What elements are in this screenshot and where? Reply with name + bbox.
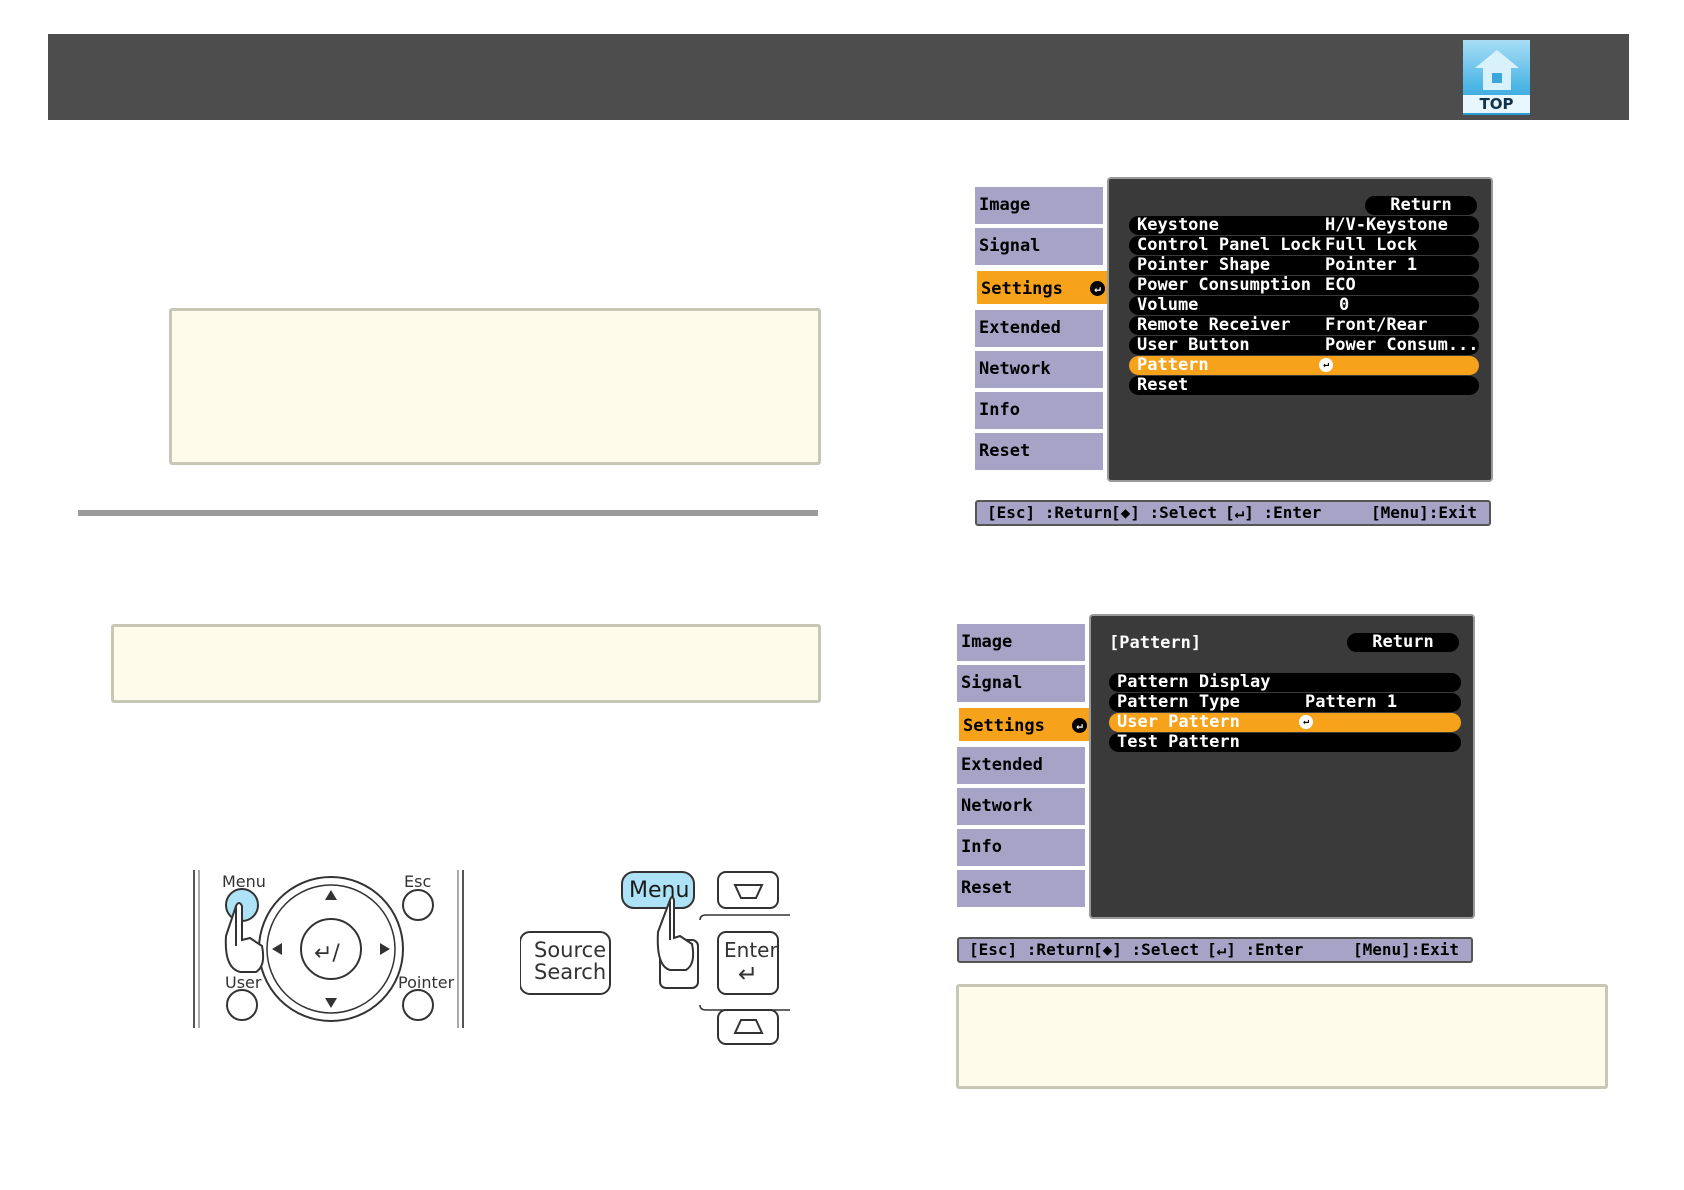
footer-esc-return: [Esc] :Return — [987, 503, 1113, 522]
control-panel-illustration: Menu Source Search Enter ↵ — [519, 870, 790, 1045]
menu-row-test-pattern[interactable]: Test Pattern — [1109, 733, 1461, 752]
menu-row-pattern-type[interactable]: Pattern Type Pattern 1 — [1109, 693, 1461, 712]
row-label: Keystone — [1137, 216, 1219, 235]
menu-footer-help: [Esc] :Return [◆] :Select [↵] :Enter [Me… — [957, 937, 1473, 963]
row-label: Power Consumption — [1137, 276, 1311, 295]
return-button[interactable]: Return — [1365, 196, 1477, 215]
settings-menu-screenshot: Image Signal Settings ↵ Extended Network… — [975, 175, 1495, 526]
row-label: User Button — [1137, 336, 1250, 355]
row-label: Reset — [1137, 376, 1189, 395]
row-label: User Pattern — [1117, 713, 1240, 732]
tab-settings[interactable]: Settings ↵ — [975, 269, 1113, 306]
row-label: Pattern — [1137, 356, 1209, 375]
top-home-icon[interactable]: TOP — [1463, 40, 1530, 115]
tab-info[interactable]: Info — [975, 392, 1103, 429]
row-value: Pointer 1 — [1325, 256, 1418, 275]
row-value: Front/Rear — [1325, 316, 1428, 335]
enter-icon: ↵ — [1299, 715, 1313, 729]
tab-settings[interactable]: Settings ↵ — [957, 706, 1095, 743]
return-button[interactable]: Return — [1347, 633, 1459, 652]
tab-image[interactable]: Image — [975, 187, 1103, 224]
panel-source-label-2: Search — [534, 960, 607, 984]
footer-select: [◆] :Select — [1111, 503, 1217, 522]
menu-row-pattern-display[interactable]: Pattern Display — [1109, 673, 1461, 692]
menu-row-user-pattern[interactable]: User Pattern ↵ — [1109, 713, 1461, 732]
menu-panel: [Pattern] Return Pattern Display Pattern… — [1089, 614, 1475, 919]
remote-body-icon: ↵/ — [193, 870, 464, 1028]
house-window-shape — [1492, 73, 1502, 83]
footer-select: [◆] :Select — [1093, 940, 1199, 959]
svg-text:↵/: ↵/ — [314, 941, 340, 966]
menu-footer-help: [Esc] :Return [◆] :Select [↵] :Enter [Me… — [975, 500, 1491, 526]
tab-info[interactable]: Info — [957, 829, 1085, 866]
panel-source-label-1: Source — [534, 938, 607, 962]
row-label: Control Panel Lock — [1137, 236, 1322, 255]
menu-row-pointer-shape[interactable]: Pointer Shape Pointer 1 — [1129, 256, 1479, 275]
row-value: Power Consum... — [1325, 336, 1479, 355]
tab-network[interactable]: Network — [975, 351, 1103, 388]
enter-icon: ↵ — [1090, 281, 1105, 296]
tab-extended[interactable]: Extended — [957, 747, 1085, 784]
top-label: TOP — [1463, 95, 1530, 113]
row-value: ECO — [1325, 276, 1356, 295]
row-label: Volume — [1137, 296, 1199, 315]
tab-reset[interactable]: Reset — [957, 870, 1085, 907]
remote-menu-label: Menu — [222, 872, 266, 891]
menu-row-power-consumption[interactable]: Power Consumption ECO — [1129, 276, 1479, 295]
footer-exit: [Menu]:Exit — [1371, 503, 1477, 522]
tab-signal[interactable]: Signal — [957, 665, 1085, 702]
menu-row-remote-receiver[interactable]: Remote Receiver Front/Rear — [1129, 316, 1479, 335]
row-label: Pointer Shape — [1137, 256, 1271, 275]
footer-enter: [↵] :Enter — [1207, 940, 1304, 959]
menu-row-reset[interactable]: Reset — [1129, 376, 1479, 395]
tab-signal[interactable]: Signal — [975, 228, 1103, 265]
row-label: Remote Receiver — [1137, 316, 1291, 335]
submenu-title: [Pattern] — [1109, 633, 1202, 653]
panel-enter-label: Enter — [724, 938, 778, 962]
row-value: 0 — [1339, 296, 1350, 315]
row-value: Pattern 1 — [1305, 693, 1398, 712]
tab-network[interactable]: Network — [957, 788, 1085, 825]
tab-extended[interactable]: Extended — [975, 310, 1103, 347]
remote-control-illustration: ↵/ Menu Esc User Pointer — [190, 868, 470, 1028]
header-bar — [48, 34, 1629, 120]
note-box-2 — [111, 624, 821, 703]
menu-panel: Return Keystone H/V-Keystone Control Pane… — [1107, 177, 1493, 482]
house-roof-shape — [1475, 50, 1519, 68]
footer-esc-return: [Esc] :Return — [969, 940, 1095, 959]
tab-settings-label: Settings — [963, 716, 1045, 736]
section-divider — [78, 510, 818, 516]
row-label: Pattern Display — [1117, 673, 1271, 692]
menu-row-volume[interactable]: Volume 0 — [1129, 296, 1479, 315]
menu-row-pattern[interactable]: Pattern ↵ — [1129, 356, 1479, 375]
menu-row-user-button[interactable]: User Button Power Consum... — [1129, 336, 1479, 355]
panel-menu-label: Menu — [629, 878, 690, 903]
footer-exit: [Menu]:Exit — [1353, 940, 1459, 959]
remote-user-label: User — [225, 973, 262, 992]
pattern-menu-screenshot: Image Signal Settings ↵ Extended Network… — [957, 612, 1477, 963]
note-box-3 — [956, 984, 1608, 1089]
footer-enter: [↵] :Enter — [1225, 503, 1322, 522]
enter-icon: ↵ — [1319, 358, 1333, 372]
remote-esc-label: Esc — [404, 872, 432, 891]
menu-row-keystone[interactable]: Keystone H/V-Keystone — [1129, 216, 1479, 235]
tab-image[interactable]: Image — [957, 624, 1085, 661]
panel-enter-arrow-icon: ↵ — [738, 960, 759, 988]
row-label: Test Pattern — [1117, 733, 1240, 752]
tab-reset[interactable]: Reset — [975, 433, 1103, 470]
row-value: H/V-Keystone — [1325, 216, 1448, 235]
menu-row-control-panel-lock[interactable]: Control Panel Lock Full Lock — [1129, 236, 1479, 255]
tab-settings-label: Settings — [981, 279, 1063, 299]
row-label: Pattern Type — [1117, 693, 1240, 712]
note-box-1 — [169, 308, 821, 465]
row-value: Full Lock — [1325, 236, 1418, 255]
enter-icon: ↵ — [1072, 718, 1087, 733]
remote-pointer-label: Pointer — [398, 973, 455, 992]
